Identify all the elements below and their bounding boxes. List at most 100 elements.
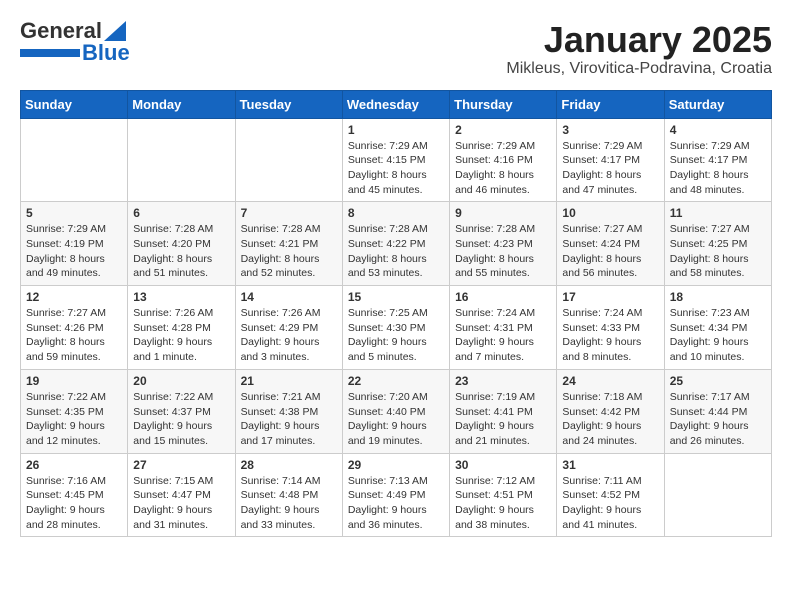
- day-number: 6: [133, 206, 229, 220]
- day-info: Sunrise: 7:29 AM Sunset: 4:16 PM Dayligh…: [455, 139, 551, 198]
- calendar-cell: [21, 118, 128, 202]
- calendar-week-row: 12 Sunrise: 7:27 AM Sunset: 4:26 PM Dayli…: [21, 286, 772, 370]
- day-info: Sunrise: 7:21 AM Sunset: 4:38 PM Dayligh…: [241, 390, 337, 449]
- day-number: 26: [26, 458, 122, 472]
- day-info: Sunrise: 7:22 AM Sunset: 4:37 PM Dayligh…: [133, 390, 229, 449]
- day-number: 25: [670, 374, 766, 388]
- title-block: January 2025 Mikleus, Virovitica-Podravi…: [506, 20, 772, 78]
- day-number: 24: [562, 374, 658, 388]
- day-info: Sunrise: 7:27 AM Sunset: 4:26 PM Dayligh…: [26, 306, 122, 365]
- col-header-saturday: Saturday: [664, 90, 771, 118]
- calendar-cell: 8 Sunrise: 7:28 AM Sunset: 4:22 PM Daylig…: [342, 202, 449, 286]
- day-info: Sunrise: 7:28 AM Sunset: 4:23 PM Dayligh…: [455, 222, 551, 281]
- calendar-cell: 19Sunrise: 7:22 AM Sunset: 4:35 PM Dayli…: [21, 369, 128, 453]
- day-number: 2: [455, 123, 551, 137]
- calendar-cell: 1Sunrise: 7:29 AM Sunset: 4:15 PM Daylig…: [342, 118, 449, 202]
- calendar-week-row: 26 Sunrise: 7:16 AM Sunset: 4:45 PM Dayli…: [21, 453, 772, 537]
- calendar-cell: 30 Sunrise: 7:12 AM Sunset: 4:51 PM Dayli…: [450, 453, 557, 537]
- calendar-cell: 11Sunrise: 7:27 AM Sunset: 4:25 PM Dayli…: [664, 202, 771, 286]
- day-info: Sunrise: 7:29 AM Sunset: 4:19 PM Dayligh…: [26, 222, 122, 281]
- calendar-cell: 22 Sunrise: 7:20 AM Sunset: 4:40 PM Dayli…: [342, 369, 449, 453]
- day-info: Sunrise: 7:15 AM Sunset: 4:47 PM Dayligh…: [133, 474, 229, 533]
- col-header-sunday: Sunday: [21, 90, 128, 118]
- day-number: 22: [348, 374, 444, 388]
- day-number: 13: [133, 290, 229, 304]
- calendar-cell: 5 Sunrise: 7:29 AM Sunset: 4:19 PM Daylig…: [21, 202, 128, 286]
- calendar-cell: 26 Sunrise: 7:16 AM Sunset: 4:45 PM Dayli…: [21, 453, 128, 537]
- calendar-cell: [664, 453, 771, 537]
- day-number: 17: [562, 290, 658, 304]
- day-number: 20: [133, 374, 229, 388]
- calendar-cell: 4Sunrise: 7:29 AM Sunset: 4:17 PM Daylig…: [664, 118, 771, 202]
- logo-icon: [104, 21, 126, 41]
- day-info: Sunrise: 7:27 AM Sunset: 4:24 PM Dayligh…: [562, 222, 658, 281]
- calendar-cell: 6 Sunrise: 7:28 AM Sunset: 4:20 PM Daylig…: [128, 202, 235, 286]
- col-header-tuesday: Tuesday: [235, 90, 342, 118]
- day-number: 7: [241, 206, 337, 220]
- calendar-cell: 15Sunrise: 7:25 AM Sunset: 4:30 PM Dayli…: [342, 286, 449, 370]
- day-info: Sunrise: 7:24 AM Sunset: 4:33 PM Dayligh…: [562, 306, 658, 365]
- calendar-cell: [235, 118, 342, 202]
- day-info: Sunrise: 7:25 AM Sunset: 4:30 PM Dayligh…: [348, 306, 444, 365]
- day-info: Sunrise: 7:16 AM Sunset: 4:45 PM Dayligh…: [26, 474, 122, 533]
- col-header-monday: Monday: [128, 90, 235, 118]
- calendar-cell: 10 Sunrise: 7:27 AM Sunset: 4:24 PM Dayli…: [557, 202, 664, 286]
- day-info: Sunrise: 7:24 AM Sunset: 4:31 PM Dayligh…: [455, 306, 551, 365]
- calendar-cell: 2 Sunrise: 7:29 AM Sunset: 4:16 PM Daylig…: [450, 118, 557, 202]
- calendar-cell: 28 Sunrise: 7:14 AM Sunset: 4:48 PM Dayli…: [235, 453, 342, 537]
- day-info: Sunrise: 7:28 AM Sunset: 4:22 PM Dayligh…: [348, 222, 444, 281]
- day-number: 29: [348, 458, 444, 472]
- day-number: 8: [348, 206, 444, 220]
- calendar-cell: 9 Sunrise: 7:28 AM Sunset: 4:23 PM Daylig…: [450, 202, 557, 286]
- day-info: Sunrise: 7:12 AM Sunset: 4:51 PM Dayligh…: [455, 474, 551, 533]
- calendar-cell: 13 Sunrise: 7:26 AM Sunset: 4:28 PM Dayli…: [128, 286, 235, 370]
- calendar-cell: 16 Sunrise: 7:24 AM Sunset: 4:31 PM Dayli…: [450, 286, 557, 370]
- day-info: Sunrise: 7:26 AM Sunset: 4:28 PM Dayligh…: [133, 306, 229, 365]
- page-header: General Blue January 2025 Mikleus, Virov…: [20, 20, 772, 78]
- day-info: Sunrise: 7:23 AM Sunset: 4:34 PM Dayligh…: [670, 306, 766, 365]
- day-number: 1: [348, 123, 444, 137]
- day-number: 19: [26, 374, 122, 388]
- day-info: Sunrise: 7:14 AM Sunset: 4:48 PM Dayligh…: [241, 474, 337, 533]
- day-info: Sunrise: 7:26 AM Sunset: 4:29 PM Dayligh…: [241, 306, 337, 365]
- col-header-wednesday: Wednesday: [342, 90, 449, 118]
- day-number: 9: [455, 206, 551, 220]
- day-info: Sunrise: 7:18 AM Sunset: 4:42 PM Dayligh…: [562, 390, 658, 449]
- calendar-cell: 21 Sunrise: 7:21 AM Sunset: 4:38 PM Dayli…: [235, 369, 342, 453]
- day-info: Sunrise: 7:28 AM Sunset: 4:21 PM Dayligh…: [241, 222, 337, 281]
- calendar-week-row: 1Sunrise: 7:29 AM Sunset: 4:15 PM Daylig…: [21, 118, 772, 202]
- calendar-cell: 25 Sunrise: 7:17 AM Sunset: 4:44 PM Dayli…: [664, 369, 771, 453]
- day-number: 23: [455, 374, 551, 388]
- day-number: 21: [241, 374, 337, 388]
- col-header-thursday: Thursday: [450, 90, 557, 118]
- page-title: January 2025: [506, 20, 772, 60]
- day-info: Sunrise: 7:27 AM Sunset: 4:25 PM Dayligh…: [670, 222, 766, 281]
- day-number: 10: [562, 206, 658, 220]
- logo: General Blue: [20, 20, 130, 64]
- calendar-cell: 3Sunrise: 7:29 AM Sunset: 4:17 PM Daylig…: [557, 118, 664, 202]
- day-number: 16: [455, 290, 551, 304]
- calendar-cell: 31 Sunrise: 7:11 AM Sunset: 4:52 PM Dayli…: [557, 453, 664, 537]
- day-info: Sunrise: 7:19 AM Sunset: 4:41 PM Dayligh…: [455, 390, 551, 449]
- day-info: Sunrise: 7:29 AM Sunset: 4:17 PM Dayligh…: [670, 139, 766, 198]
- col-header-friday: Friday: [557, 90, 664, 118]
- calendar-cell: [128, 118, 235, 202]
- day-info: Sunrise: 7:17 AM Sunset: 4:44 PM Dayligh…: [670, 390, 766, 449]
- day-number: 31: [562, 458, 658, 472]
- day-number: 5: [26, 206, 122, 220]
- day-info: Sunrise: 7:28 AM Sunset: 4:20 PM Dayligh…: [133, 222, 229, 281]
- day-number: 14: [241, 290, 337, 304]
- day-number: 12: [26, 290, 122, 304]
- calendar-cell: 18Sunrise: 7:23 AM Sunset: 4:34 PM Dayli…: [664, 286, 771, 370]
- day-info: Sunrise: 7:20 AM Sunset: 4:40 PM Dayligh…: [348, 390, 444, 449]
- logo-blue-bar: [20, 49, 80, 57]
- calendar-cell: 29Sunrise: 7:13 AM Sunset: 4:49 PM Dayli…: [342, 453, 449, 537]
- calendar-table: SundayMondayTuesdayWednesdayThursdayFrid…: [20, 90, 772, 538]
- logo-general: General: [20, 20, 102, 42]
- day-info: Sunrise: 7:11 AM Sunset: 4:52 PM Dayligh…: [562, 474, 658, 533]
- calendar-cell: 7 Sunrise: 7:28 AM Sunset: 4:21 PM Daylig…: [235, 202, 342, 286]
- logo-blue: Blue: [82, 42, 130, 64]
- day-number: 30: [455, 458, 551, 472]
- day-number: 3: [562, 123, 658, 137]
- day-number: 28: [241, 458, 337, 472]
